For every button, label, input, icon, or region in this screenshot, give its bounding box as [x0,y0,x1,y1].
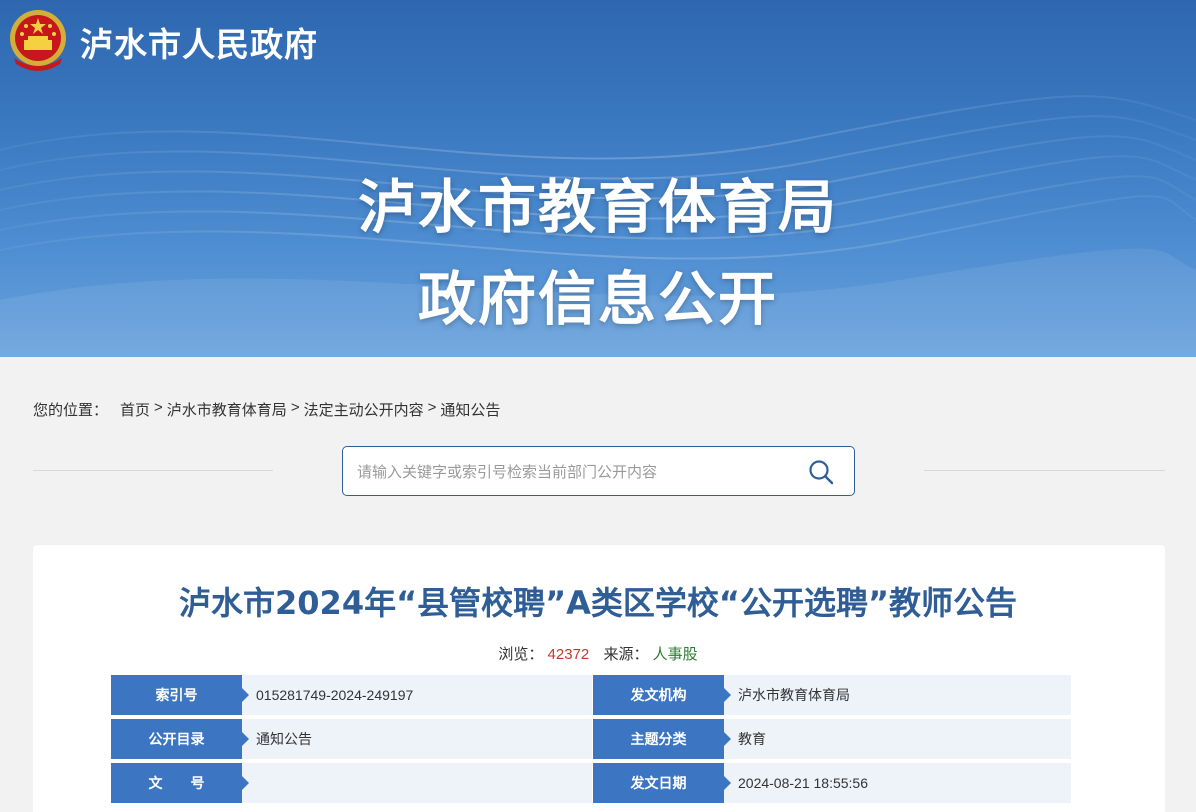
table-row: 公开目录 通知公告 主题分类 教育 [111,719,1071,759]
national-emblem-icon [10,10,66,71]
site-name[interactable]: 泸水市人民政府 [80,18,318,66]
search-input[interactable] [357,459,787,485]
public-catalog-label: 公开目录 [111,719,249,759]
breadcrumb-public-content[interactable]: 法定主动公开内容 [304,399,424,420]
views-count: 42372 [547,646,590,663]
issue-date-label: 发文日期 [593,763,731,803]
source-value: 人事股 [652,646,698,663]
table-row: 索引号 015281749-2024-249197 发文机构 泸水市教育体育局 [111,675,1071,715]
article-meta: 浏览： 42372 来源： 人事股 [0,643,1196,664]
index-number-label: 索引号 [111,675,249,715]
header-banner: 泸水市人民政府 泸水市教育体育局 政府信息公开 [0,0,1196,357]
issue-date-value: 2024-08-21 18:55:56 [724,763,1071,803]
search-box [342,446,855,496]
breadcrumb-department[interactable]: 泸水市教育体育局 [167,399,287,420]
document-number-label: 文 号 [111,763,249,803]
breadcrumb: 您的位置： 首页 > 泸水市教育体育局 > 法定主动公开内容 > 通知公告 [33,399,500,420]
breadcrumb-separator: > [427,399,437,416]
breadcrumb-separator: > [154,399,163,416]
banner-title-section: 政府信息公开 [417,265,778,333]
public-catalog-value: 通知公告 [242,719,592,759]
search-icon[interactable] [808,459,834,485]
document-info-table: 索引号 015281749-2024-249197 发文机构 泸水市教育体育局 … [111,675,1071,807]
subject-category-value: 教育 [724,719,1071,759]
breadcrumb-separator: > [290,399,300,416]
divider-left [33,470,273,471]
views-label: 浏览： [498,646,544,663]
issuing-agency-value: 泸水市教育体育局 [724,675,1071,715]
breadcrumb-prefix: 您的位置： [33,402,109,419]
article-title: 泸水市2024年“县管校聘”A类区学校“公开选聘”教师公告 [179,584,1017,622]
source-label: 来源： [603,646,649,663]
issuing-agency-label: 发文机构 [593,675,731,715]
subject-category-label: 主题分类 [593,719,731,759]
breadcrumb-home[interactable]: 首页 [120,399,150,420]
document-number-value [242,763,592,803]
divider-right [924,470,1165,471]
table-row: 文 号 发文日期 2024-08-21 18:55:56 [111,763,1071,803]
breadcrumb-notices[interactable]: 通知公告 [440,399,500,420]
banner-title-department: 泸水市教育体育局 [357,173,838,241]
index-number-value: 015281749-2024-249197 [242,675,592,715]
